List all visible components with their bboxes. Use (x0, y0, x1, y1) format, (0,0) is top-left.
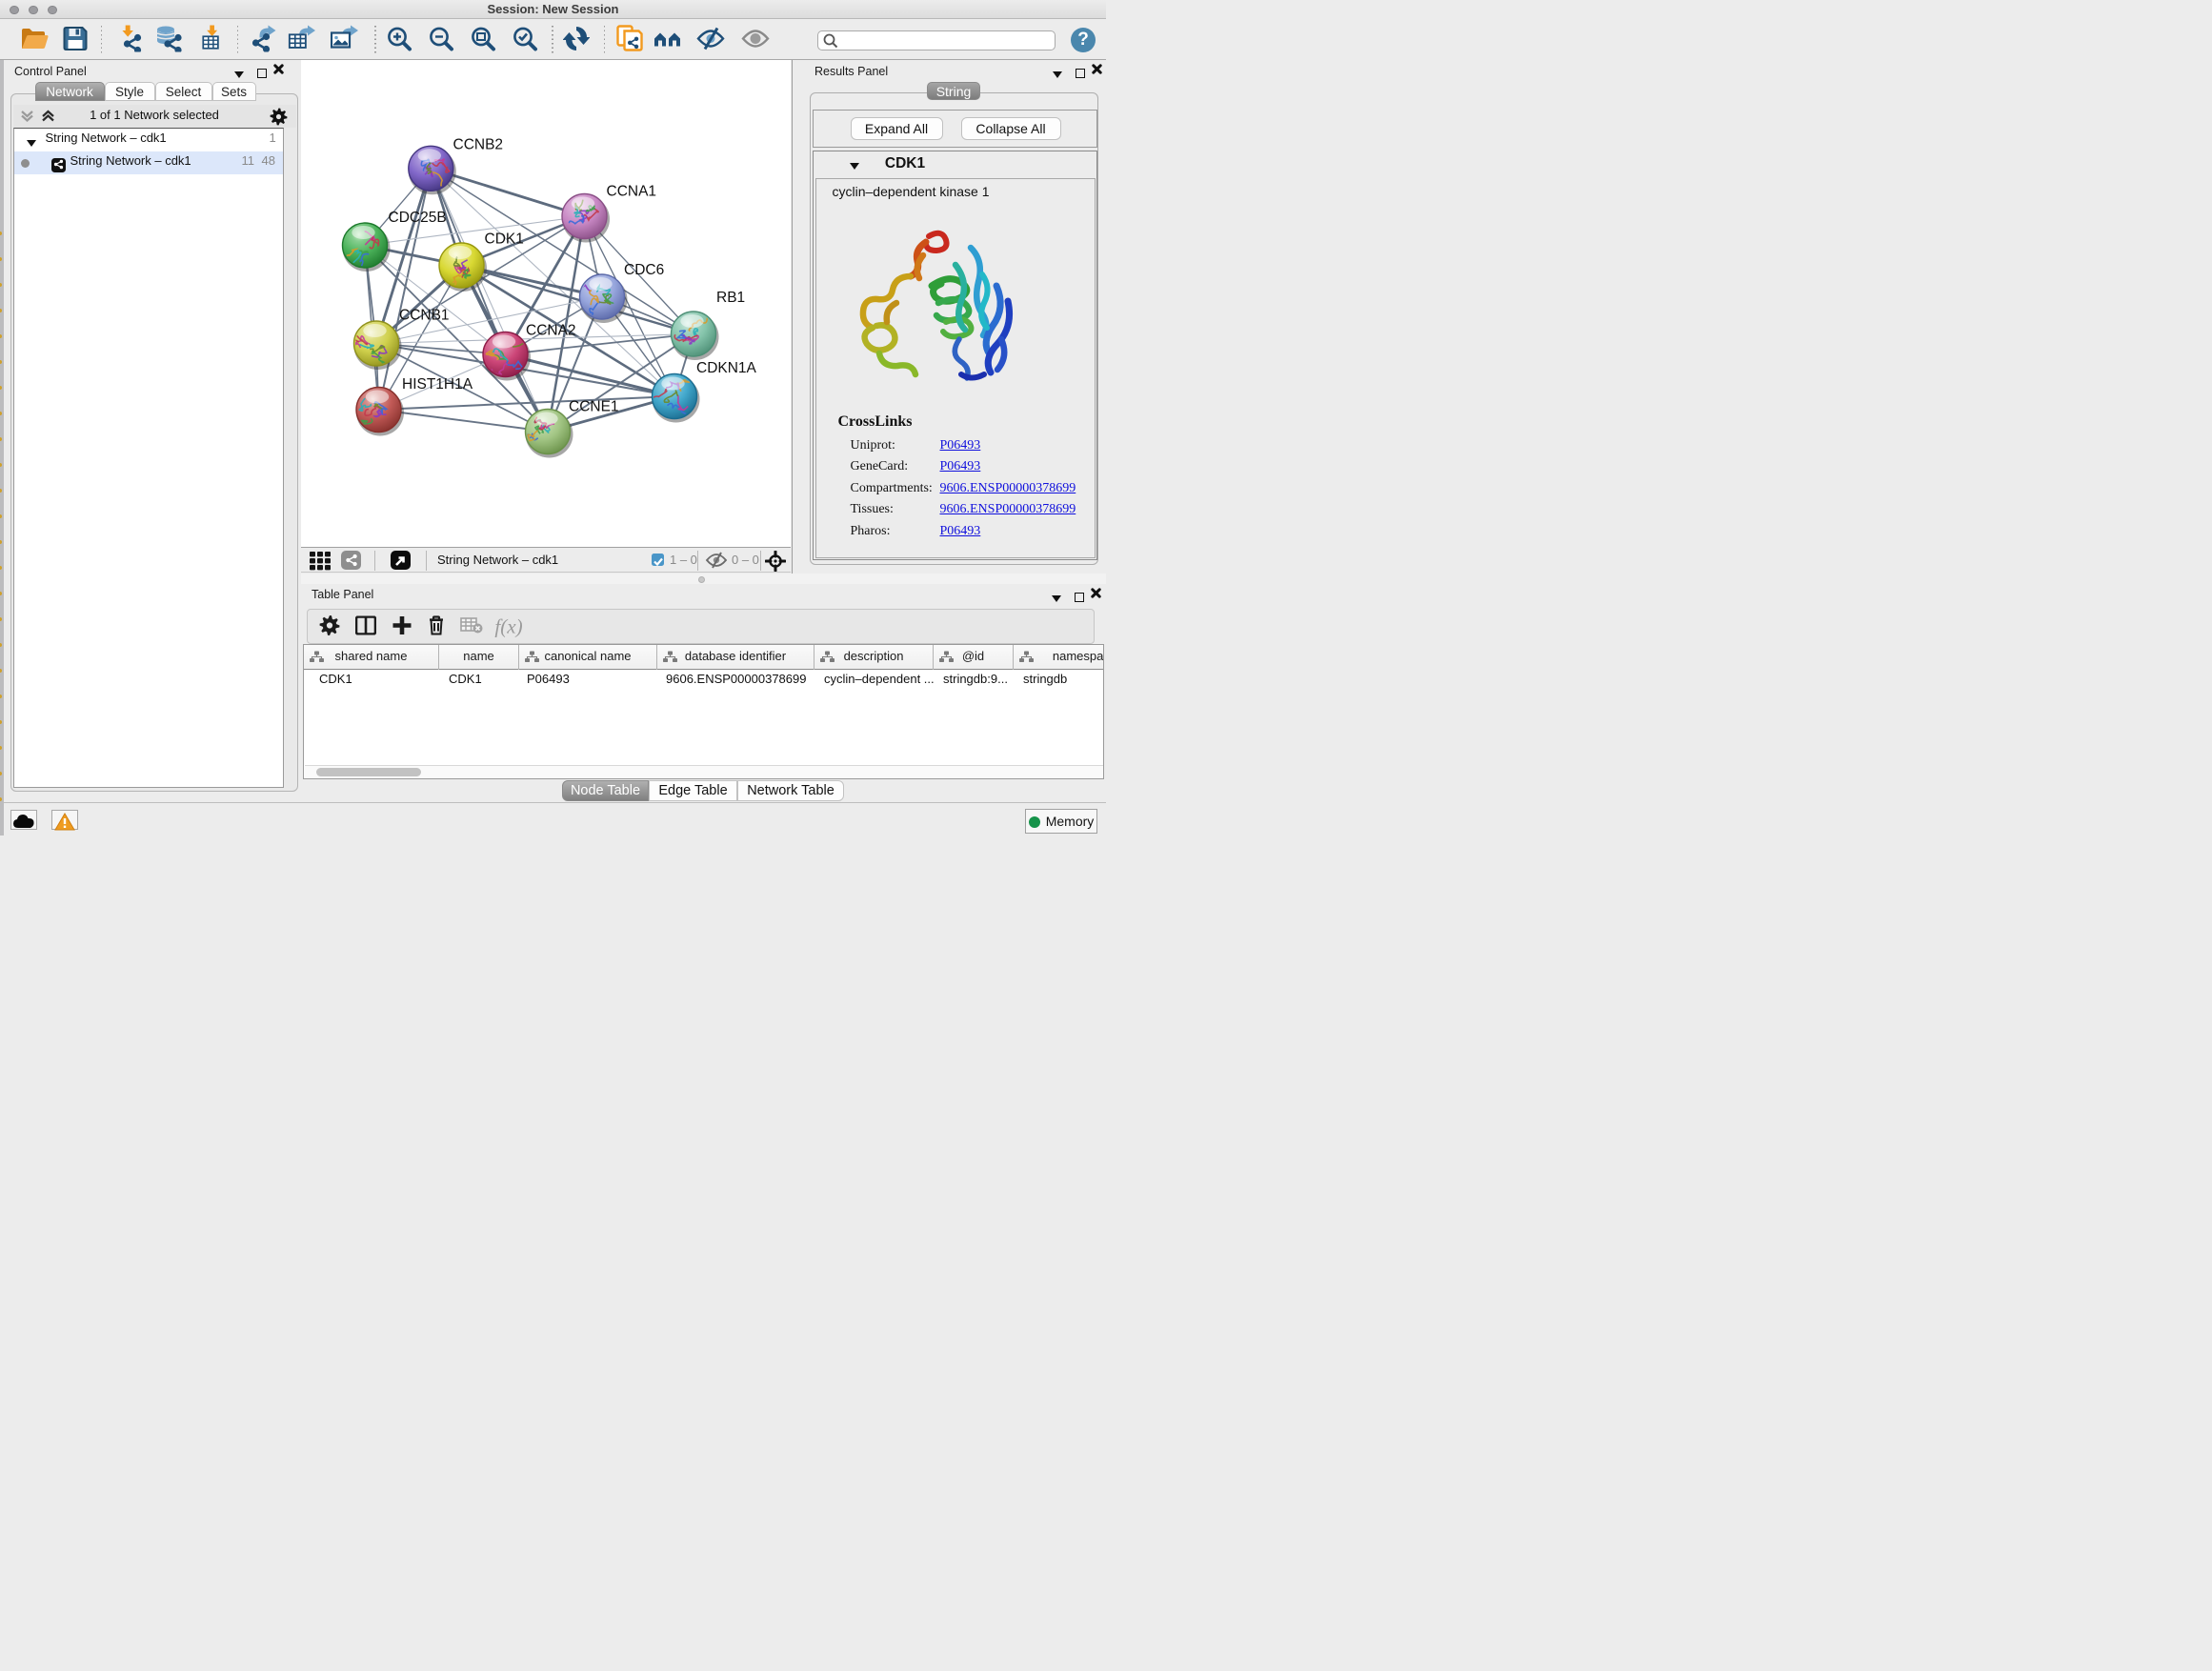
svg-text:CDKN1A: CDKN1A (696, 360, 757, 376)
svg-text:CCNB2: CCNB2 (453, 137, 504, 153)
svg-text:HIST1H1A: HIST1H1A (402, 376, 473, 393)
svg-text:CCNB1: CCNB1 (399, 308, 450, 324)
svg-text:CCNA1: CCNA1 (607, 184, 657, 200)
svg-text:CDC6: CDC6 (624, 262, 664, 278)
svg-text:CCNE1: CCNE1 (569, 399, 619, 415)
svg-text:RB1: RB1 (716, 290, 745, 306)
svg-text:CDK1: CDK1 (485, 232, 524, 248)
svg-text:CCNA2: CCNA2 (526, 323, 576, 339)
svg-text:CDC25B: CDC25B (389, 210, 447, 226)
